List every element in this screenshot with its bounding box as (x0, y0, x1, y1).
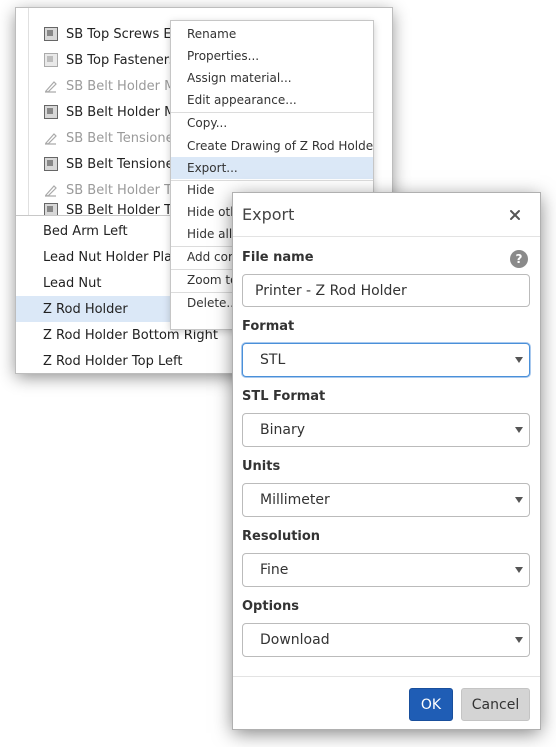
units-label: Units (242, 459, 281, 474)
feature-item-label: SB Belt Tensioner (66, 156, 179, 172)
part-icon (44, 157, 58, 171)
close-icon[interactable] (507, 207, 523, 223)
part-list-label: Z Rod Holder (43, 301, 128, 317)
chevron-down-icon (515, 497, 523, 503)
format-select-value: STL (260, 352, 286, 368)
sketch-icon (44, 131, 58, 145)
chevron-down-icon (515, 637, 523, 643)
menu-item-export[interactable]: Export... (171, 157, 373, 179)
part-list-label: Lead Nut (43, 275, 102, 291)
part-list-label: Bed Arm Left (43, 223, 128, 239)
help-icon[interactable]: ? (510, 250, 528, 268)
export-dialog: Export File name ? Format STL STL Format… (233, 193, 540, 729)
resolution-label: Resolution (242, 529, 321, 544)
part-icon (44, 27, 58, 41)
units-select-value: Millimeter (260, 492, 330, 508)
part-list-label: Z Rod Holder Top Left (43, 353, 183, 369)
menu-item-copy[interactable]: Copy... (171, 112, 373, 134)
part-list-label: Lead Nut Holder Plate (43, 249, 186, 265)
menu-item-assign-material[interactable]: Assign material... (171, 67, 373, 89)
part-faded-icon (44, 53, 58, 67)
menu-item-properties[interactable]: Properties... (171, 45, 373, 67)
options-label: Options (242, 599, 299, 614)
feature-item-label: SB Belt Tensioner (66, 130, 179, 146)
chevron-down-icon (515, 427, 523, 433)
part-icon (44, 203, 58, 215)
feature-item-label: SB Belt Holder Ma (66, 78, 184, 94)
resolution-select[interactable]: Fine (242, 553, 530, 587)
file-name-label: File name (242, 250, 314, 265)
ok-button[interactable]: OK (409, 688, 453, 721)
format-label: Format (242, 319, 295, 334)
feature-item-label: SB Top Fasteners (66, 52, 176, 68)
options-select-value: Download (260, 632, 330, 648)
units-select[interactable]: Millimeter (242, 483, 530, 517)
resolution-select-value: Fine (260, 562, 289, 578)
sketch-icon (44, 79, 58, 93)
dialog-title: Export (242, 205, 295, 224)
options-select[interactable]: Download (242, 623, 530, 657)
feature-item-label: SB Belt Holder Te (66, 203, 178, 215)
dialog-header-divider (233, 236, 540, 237)
part-icon (44, 105, 58, 119)
chevron-down-icon (515, 567, 523, 573)
dialog-footer-divider (233, 676, 540, 677)
menu-item-edit-appearance[interactable]: Edit appearance... (171, 89, 373, 111)
feature-item-label: SB Belt Holder Te (66, 182, 178, 198)
tree-guide-line (28, 8, 29, 215)
feature-item-label: SB Top Screws Ex (66, 26, 180, 42)
menu-item-rename[interactable]: Rename (171, 23, 373, 45)
stl-format-label: STL Format (242, 389, 326, 404)
part-list-label: Z Rod Holder Bottom Right (43, 327, 218, 343)
menu-item-create-drawing[interactable]: Create Drawing of Z Rod Holder... (171, 135, 373, 157)
sketch-icon (44, 183, 58, 197)
stl-format-select[interactable]: Binary (242, 413, 530, 447)
chevron-down-icon (515, 357, 523, 363)
stl-format-select-value: Binary (260, 422, 305, 438)
file-name-input[interactable] (242, 274, 530, 307)
feature-item-label: SB Belt Holder Ma (66, 104, 184, 120)
cancel-button[interactable]: Cancel (461, 688, 530, 721)
format-select[interactable]: STL (242, 343, 530, 377)
